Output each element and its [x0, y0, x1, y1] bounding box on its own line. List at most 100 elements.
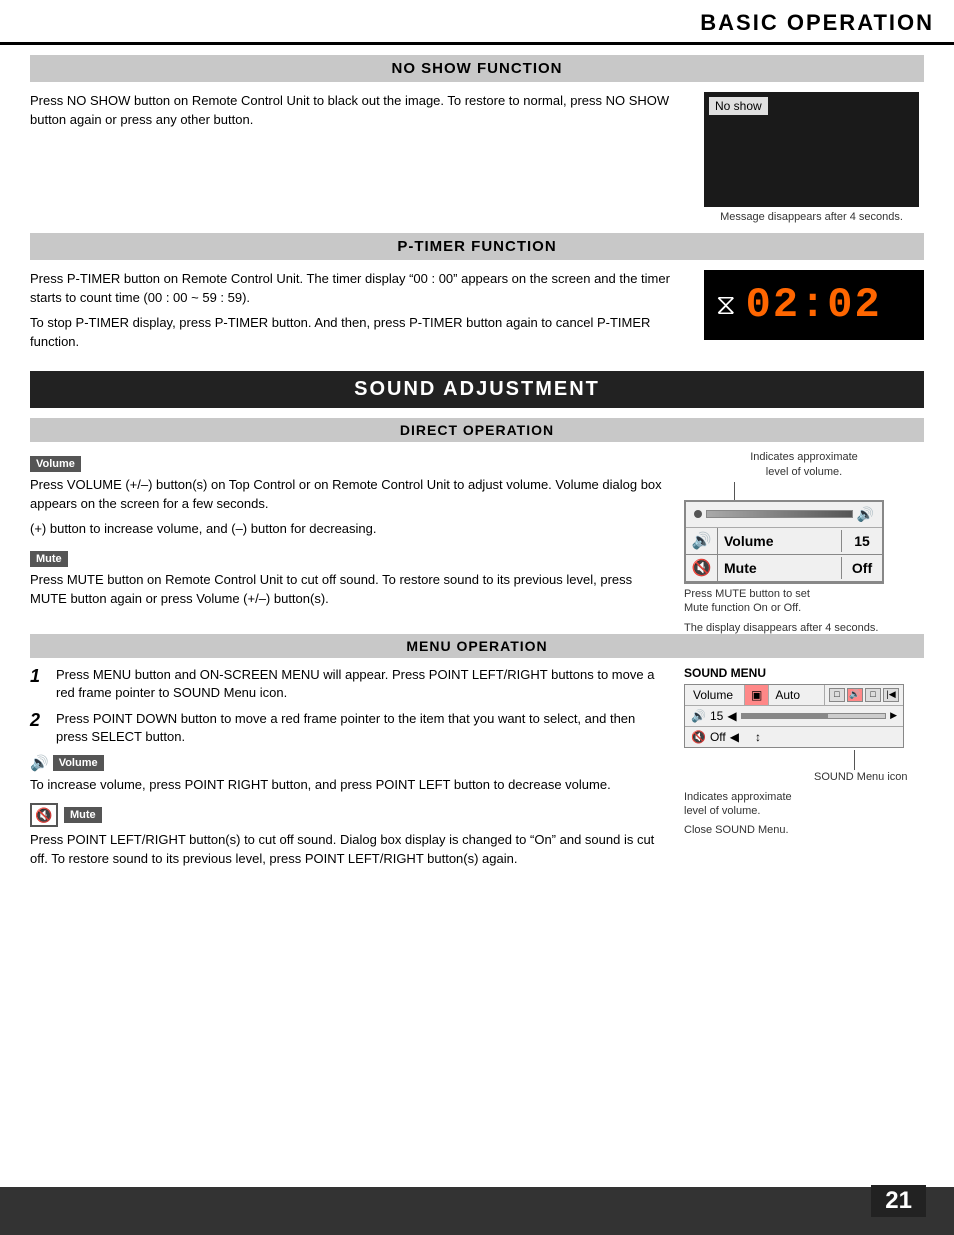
page-title: BASIC OPERATION	[700, 10, 934, 35]
menu-vol-bar-row: 🔊 15 ◀ ▶	[685, 706, 903, 727]
menu-icon4: |◀	[883, 688, 899, 702]
menu-right: SOUND MENU Volume ▣ Auto □ 🔊 □	[684, 666, 924, 875]
noshow-screen-label: No show	[709, 97, 768, 115]
page-header: BASIC OPERATION	[0, 0, 954, 45]
ptimer-display: ⧖ 02:02	[704, 270, 924, 340]
direct-right: Indicates approximatelevel of volume. 🔊 …	[684, 450, 924, 633]
mute-inline-label: Mute	[30, 551, 68, 567]
mute-display-label: Mute	[718, 557, 842, 579]
volume-display-box: 🔊 🔊 Volume 15 🔇 Mute Off	[684, 500, 884, 584]
noshow-text: Press NO SHOW button on Remote Control U…	[30, 92, 684, 223]
volume-desc2: (+) button to increase volume, and (–) b…	[30, 520, 664, 539]
menu-left: 1 Press MENU button and ON-SCREEN MENU w…	[30, 666, 664, 875]
menu-icon1: □	[829, 688, 845, 702]
volume-display-label: Volume	[718, 530, 842, 552]
noshow-header: NO SHOW FUNCTION	[30, 55, 924, 82]
menu-off-val: Off	[710, 730, 726, 744]
direct-left: Volume Press VOLUME (+/–) button(s) on T…	[30, 450, 664, 633]
sound-section: SOUND ADJUSTMENT DIRECT OPERATION Volume…	[30, 371, 924, 874]
volume-speaker-icon: 🔊	[686, 528, 718, 554]
mute-desc: Press MUTE button on Remote Control Unit…	[30, 571, 664, 609]
ptimer-text: Press P-TIMER button on Remote Control U…	[30, 270, 684, 357]
menu-top-row: Volume ▣ Auto □ 🔊 □ |◀	[685, 685, 903, 706]
menu-mute-icon-box: 🔇	[30, 803, 58, 827]
volume-bar-row: 🔊	[686, 502, 882, 528]
sound-menu-diagram: Volume ▣ Auto □ 🔊 □ |◀ �	[684, 684, 904, 748]
menu-mute-desc: Press POINT LEFT/RIGHT button(s) to cut …	[30, 831, 664, 869]
menu-vol-icon: 🔊	[30, 754, 49, 772]
menu-auto-cell: Auto	[769, 685, 825, 705]
arrow-line	[734, 482, 735, 500]
step1-text: Press MENU button and ON-SCREEN MENU wil…	[56, 666, 664, 702]
indicator-caption: Indicates approximatelevel of volume.	[684, 450, 924, 479]
step1-num: 1	[30, 666, 48, 702]
noshow-caption: Message disappears after 4 seconds.	[704, 211, 919, 223]
menu-icon3: □	[865, 688, 881, 702]
menu-vol-val: 15	[710, 709, 723, 723]
noshow-description: Press NO SHOW button on Remote Control U…	[30, 92, 684, 130]
ptimer-time: 02:02	[746, 281, 882, 329]
sound-menu-icon-row	[684, 750, 924, 770]
menu-volume-label-row: 🔊 Volume	[30, 754, 664, 772]
menu-volume-desc: To increase volume, press POINT RIGHT bu…	[30, 776, 664, 795]
volume-desc: Press VOLUME (+/–) button(s) on Top Cont…	[30, 476, 664, 514]
volume-inline-label: Volume	[30, 456, 81, 472]
close-label: Close SOUND Menu.	[684, 824, 924, 836]
mute-display-value: Off	[842, 557, 882, 579]
vol-wave-icon: 🔊	[857, 506, 874, 523]
menu-select-icon: ▣	[745, 685, 769, 705]
step2-row: 2 Press POINT DOWN button to move a red …	[30, 710, 664, 746]
menu-pointer-icon: ↕	[755, 730, 761, 744]
dot-left	[694, 510, 702, 518]
menu-mute-icon2: 🔇	[691, 730, 706, 744]
ptimer-desc2: To stop P-TIMER display, press P-TIMER b…	[30, 314, 684, 352]
volume-bar	[706, 510, 853, 518]
menu-vol-arrow-r: ▶	[890, 710, 897, 721]
menu-content: 1 Press MENU button and ON-SCREEN MENU w…	[30, 666, 924, 875]
noshow-content: Press NO SHOW button on Remote Control U…	[30, 92, 924, 223]
menu-mute-label: Mute	[64, 807, 102, 823]
menu-mute-row: 🔇 Off ◀ ↕	[685, 727, 903, 747]
indicate-caption2: Indicates approximatelevel of volume.	[684, 790, 924, 819]
menu-mute-label-row: 🔇 Mute	[30, 803, 664, 827]
ptimer-section: P-TIMER FUNCTION Press P-TIMER button on…	[30, 233, 924, 357]
ptimer-header: P-TIMER FUNCTION	[30, 233, 924, 260]
ptimer-visual: ⧖ 02:02	[704, 270, 924, 357]
direct-content: Volume Press VOLUME (+/–) button(s) on T…	[30, 450, 924, 633]
page-number: 21	[871, 1185, 926, 1217]
menu-icon2: 🔊	[847, 688, 863, 702]
menu-vol-slider	[741, 713, 887, 719]
menu-mute-spacer	[743, 733, 751, 741]
menu-section: MENU OPERATION 1 Press MENU button and O…	[30, 634, 924, 875]
sound-menu-label: SOUND MENU	[684, 666, 924, 680]
volume-display-value: 15	[842, 530, 882, 552]
volume-display-row: 🔊 Volume 15	[686, 528, 882, 555]
noshow-screen: No show	[704, 92, 919, 207]
menu-volume-cell: Volume	[685, 685, 745, 705]
menu-icon-row: □ 🔊 □ |◀	[825, 685, 903, 705]
direct-header: DIRECT OPERATION	[30, 418, 924, 442]
menu-vol-arrow-l: ◀	[727, 709, 736, 723]
disappear-caption: The display disappears after 4 seconds.	[684, 622, 924, 634]
ptimer-icon: ⧖	[716, 289, 736, 322]
sound-header: SOUND ADJUSTMENT	[30, 371, 924, 408]
direct-section: DIRECT OPERATION Volume Press VOLUME (+/…	[30, 418, 924, 633]
menu-mute-arrow: ◀	[730, 730, 739, 744]
noshow-section: NO SHOW FUNCTION Press NO SHOW button on…	[30, 55, 924, 223]
menu-volume-label: Volume	[53, 755, 104, 771]
step2-num: 2	[30, 710, 48, 746]
bottom-bar	[0, 1187, 954, 1235]
ptimer-desc1: Press P-TIMER button on Remote Control U…	[30, 270, 684, 308]
step1-row: 1 Press MENU button and ON-SCREEN MENU w…	[30, 666, 664, 702]
noshow-visual: No show Message disappears after 4 secon…	[704, 92, 924, 223]
mute-display-row: 🔇 Mute Off	[686, 555, 882, 582]
main-content: NO SHOW FUNCTION Press NO SHOW button on…	[0, 45, 954, 895]
mute-caption: Press MUTE button to setMute function On…	[684, 587, 924, 616]
menu-vol-icon2: 🔊	[691, 709, 706, 723]
sound-icon-arrow	[854, 750, 855, 770]
menu-header: MENU OPERATION	[30, 634, 924, 658]
sound-menu-icon-label: SOUND Menu icon	[814, 770, 924, 784]
step2-text: Press POINT DOWN button to move a red fr…	[56, 710, 664, 746]
mute-speaker-icon: 🔇	[686, 555, 718, 581]
ptimer-content: Press P-TIMER button on Remote Control U…	[30, 270, 924, 357]
